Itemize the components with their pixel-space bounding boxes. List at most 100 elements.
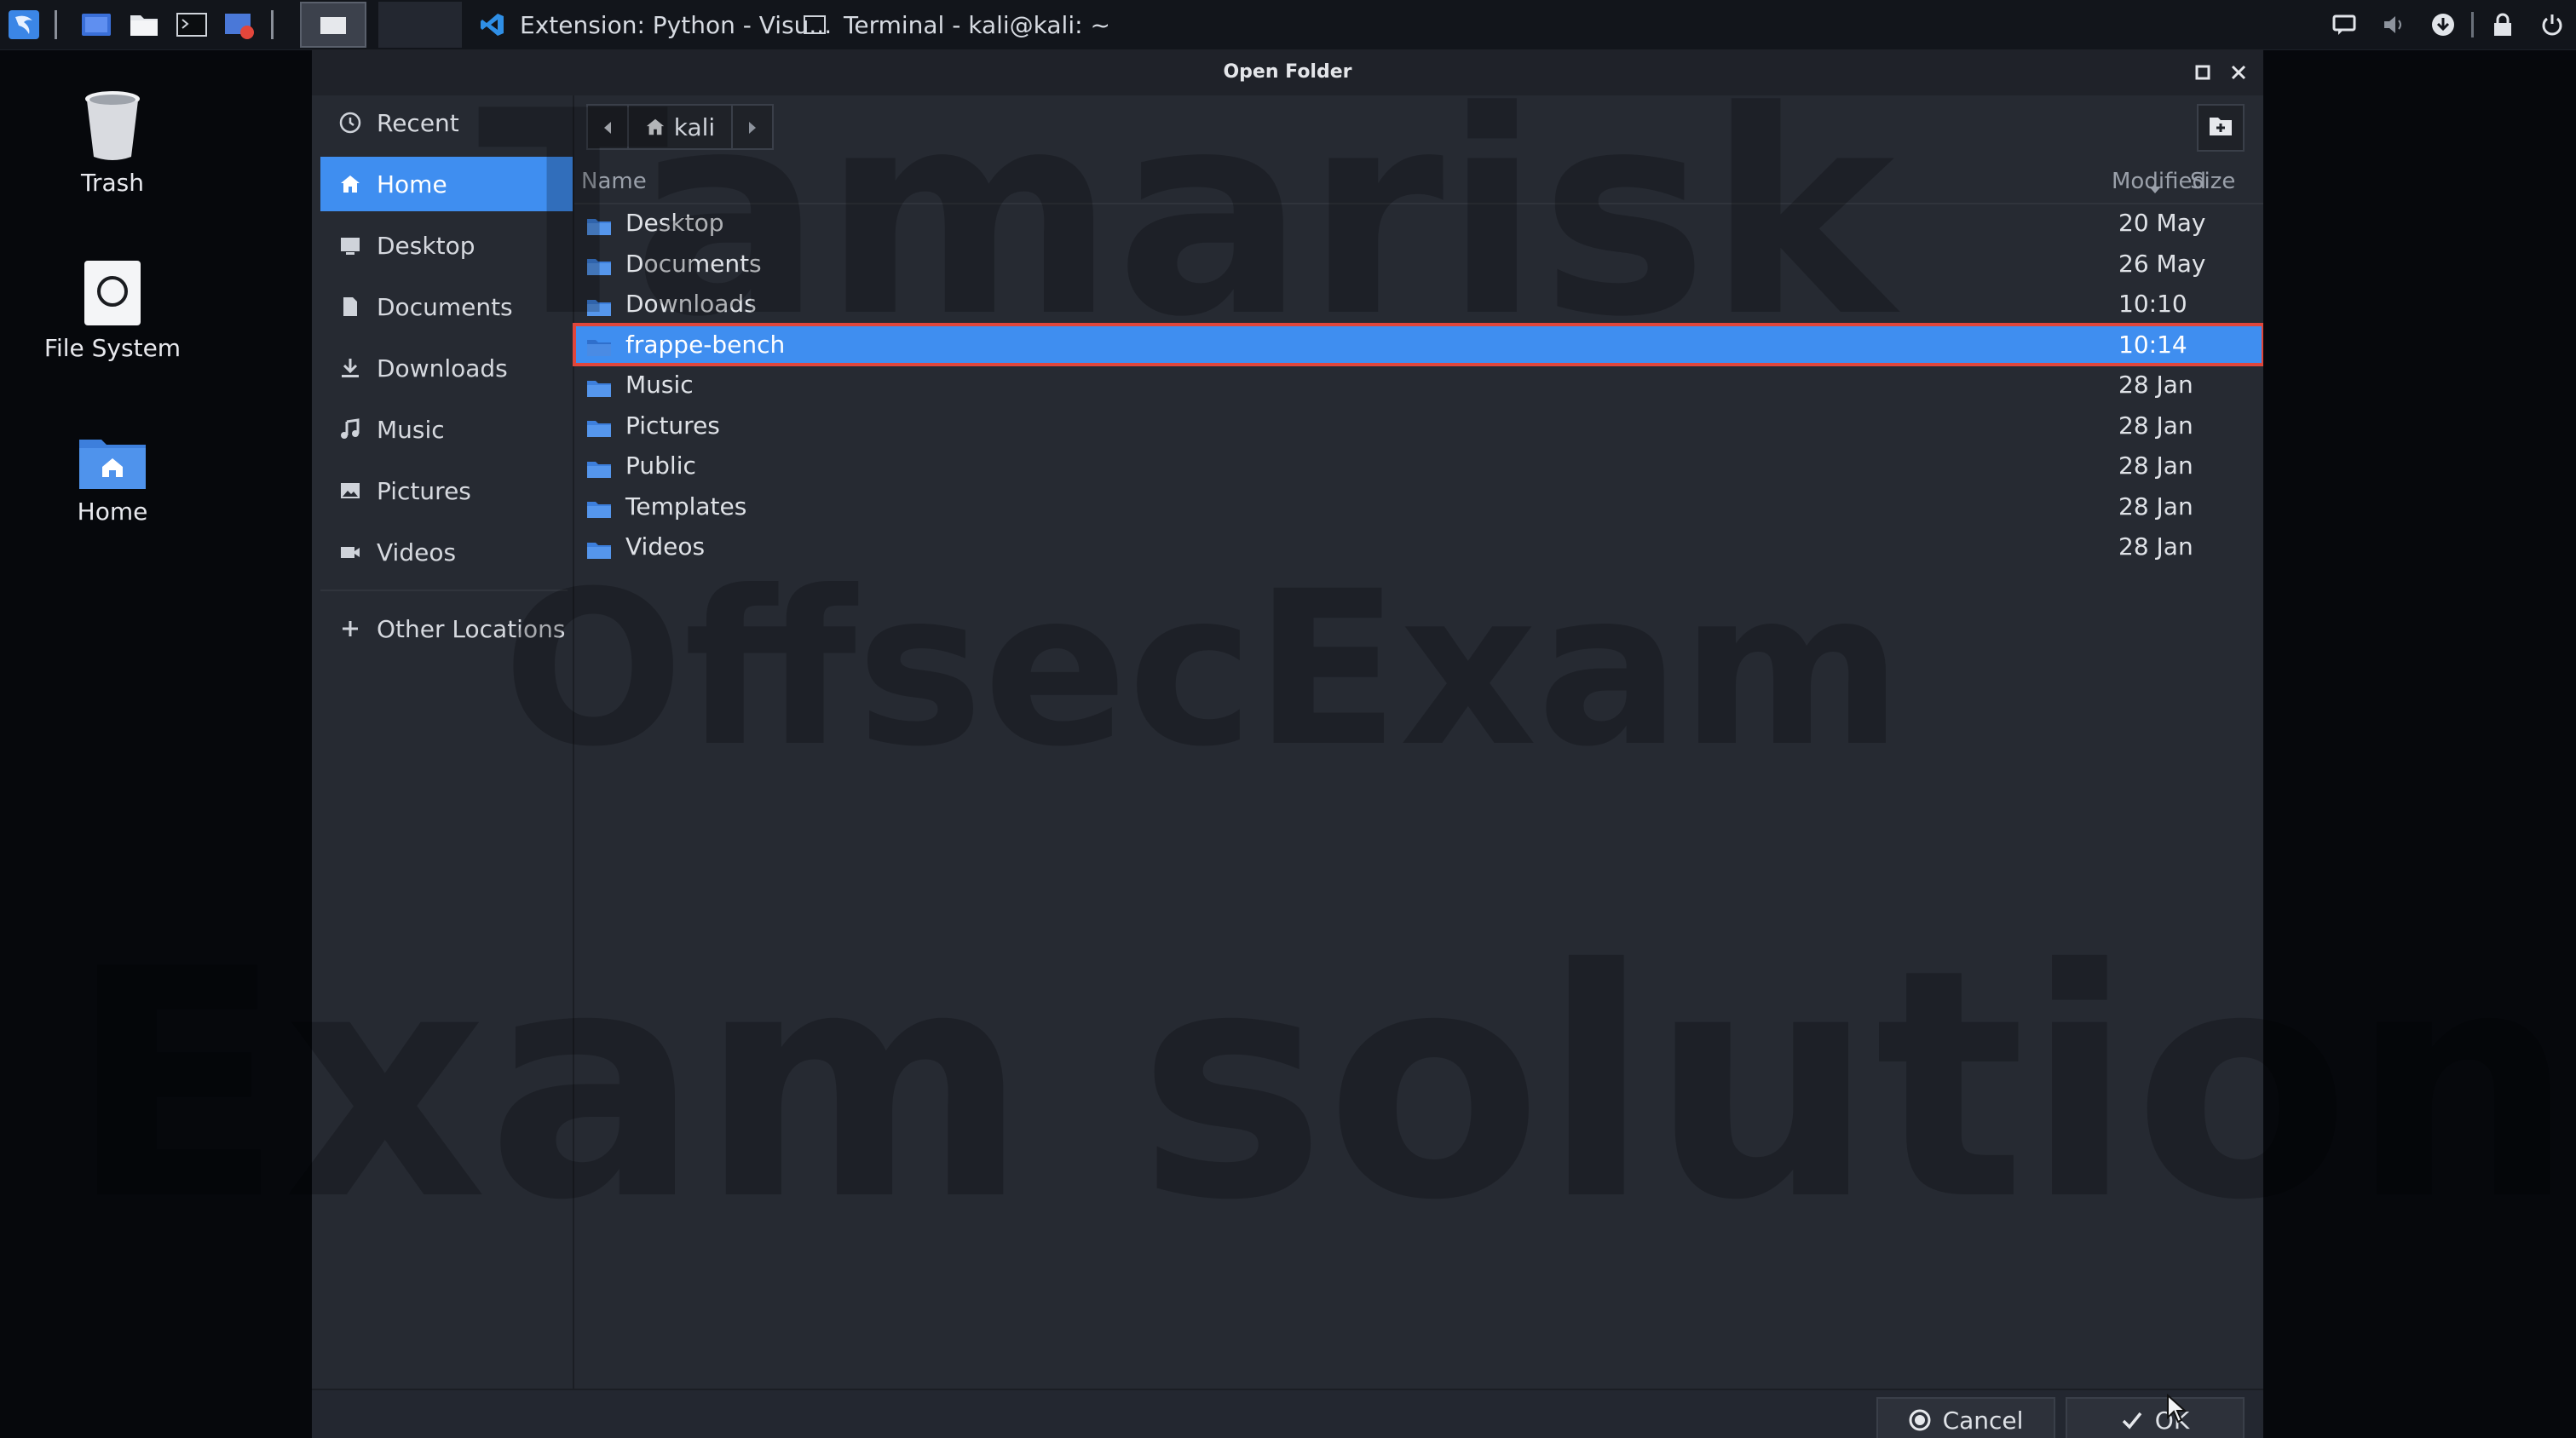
- sidebar-item-label: Downloads: [377, 354, 508, 383]
- folder-icon: [586, 457, 612, 478]
- sidebar-item-music[interactable]: Music: [320, 402, 573, 457]
- file-modified: 28 Jan: [2118, 492, 2193, 521]
- sidebar-item-documents[interactable]: Documents: [320, 279, 573, 334]
- file-name: Music: [625, 371, 694, 400]
- lock-icon[interactable]: [2490, 12, 2515, 37]
- file-name: Desktop: [625, 209, 724, 238]
- workspace-2[interactable]: [378, 2, 462, 48]
- kali-menu-icon[interactable]: [7, 9, 41, 41]
- volume-icon[interactable]: [2381, 12, 2406, 37]
- panel-separator: [271, 10, 274, 39]
- file-name: Videos: [625, 532, 706, 561]
- desktop-icon-label: File System: [43, 334, 182, 362]
- file-list-header: Name Size Type Modified: [574, 160, 2263, 204]
- folder-icon: [586, 538, 612, 559]
- sidebar-item-videos[interactable]: Videos: [320, 525, 573, 579]
- sidebar-item-desktop[interactable]: Desktop: [320, 218, 573, 273]
- folder-icon: [586, 214, 612, 235]
- sidebar-item-home[interactable]: Home: [320, 157, 573, 211]
- dialog-action-bar: Cancel OK: [312, 1389, 2263, 1438]
- file-row[interactable]: Public 28 Jan: [574, 446, 2263, 486]
- check-icon: [2121, 1409, 2143, 1431]
- file-name: Public: [625, 452, 696, 480]
- sidebar-item-other-locations[interactable]: Other Locations: [320, 601, 573, 656]
- chevron-right-icon: [746, 113, 758, 141]
- document-icon: [337, 294, 363, 319]
- sidebar-item-recent[interactable]: Recent: [320, 95, 573, 150]
- picture-icon: [337, 478, 363, 503]
- top-panel: Extension: Python - Visu... Terminal - k…: [0, 0, 2576, 50]
- trash-icon: [82, 89, 143, 162]
- file-name: Downloads: [625, 290, 757, 319]
- file-row[interactable]: Documents 26 May: [574, 244, 2263, 285]
- chat-icon[interactable]: [2331, 12, 2357, 37]
- path-forward-button[interactable]: [731, 104, 774, 150]
- file-row[interactable]: Videos 28 Jan: [574, 526, 2263, 567]
- open-folder-dialog: Open Folder Recent Home Desktop Document…: [312, 49, 2263, 1438]
- folder-icon: [586, 254, 612, 276]
- sidebar-item-label: Home: [377, 170, 447, 198]
- file-row[interactable]: Pictures 28 Jan: [574, 406, 2263, 446]
- home-icon: [337, 171, 363, 197]
- folder-icon: [586, 335, 612, 357]
- file-name: Templates: [625, 492, 747, 521]
- file-row-selected[interactable]: frappe-bench 10:14: [573, 322, 2263, 366]
- workspace-1[interactable]: [300, 2, 366, 48]
- sidebar-item-pictures[interactable]: Pictures: [320, 463, 573, 518]
- task-label: Terminal - kali@kali: ~: [844, 10, 1110, 39]
- terminal-icon[interactable]: [176, 9, 208, 41]
- sidebar-item-downloads[interactable]: Downloads: [320, 341, 573, 395]
- file-row[interactable]: Music 28 Jan: [574, 365, 2263, 406]
- close-icon[interactable]: [2226, 60, 2251, 85]
- path-segment-kali[interactable]: kali: [629, 104, 731, 150]
- chevron-left-icon: [602, 113, 614, 141]
- file-manager-icon[interactable]: [128, 9, 160, 41]
- task-label: Extension: Python - Visu...: [520, 10, 833, 39]
- power-icon[interactable]: [2539, 12, 2565, 37]
- file-row[interactable]: Downloads 10:10: [574, 284, 2263, 325]
- sidebar-item-label: Pictures: [377, 476, 471, 505]
- path-back-button[interactable]: [586, 104, 629, 150]
- download-status-icon[interactable]: [2430, 12, 2456, 37]
- desktop-trash[interactable]: Trash: [27, 89, 198, 197]
- file-modified: 28 Jan: [2118, 371, 2193, 400]
- clock-icon: [337, 110, 363, 135]
- file-modified: 10:10: [2118, 290, 2187, 319]
- cancel-label: Cancel: [1942, 1406, 2024, 1435]
- folder-icon: [586, 497, 612, 519]
- ok-button[interactable]: OK: [2066, 1397, 2245, 1438]
- folder-icon: [586, 416, 612, 438]
- drive-icon: [83, 259, 142, 327]
- sidebar-item-label: Desktop: [377, 231, 475, 260]
- download-icon: [337, 355, 363, 381]
- dialog-title: Open Folder: [1223, 61, 1352, 83]
- new-folder-button[interactable]: [2197, 104, 2245, 152]
- file-row[interactable]: Templates 28 Jan: [574, 486, 2263, 527]
- show-desktop-icon[interactable]: [80, 9, 112, 41]
- panel-separator: [2471, 12, 2474, 37]
- task-terminal[interactable]: Terminal - kali@kali: ~: [803, 7, 1110, 43]
- task-vscode[interactable]: Extension: Python - Visu...: [479, 7, 832, 43]
- file-row[interactable]: Desktop 20 May: [574, 203, 2263, 244]
- window-thumbnail-icon: [320, 17, 346, 34]
- desktop-file-system[interactable]: File System: [27, 259, 198, 362]
- new-folder-icon: [2208, 115, 2233, 141]
- column-modified[interactable]: Modified: [2112, 169, 2206, 194]
- column-name[interactable]: Name: [581, 169, 647, 194]
- cancel-button[interactable]: Cancel: [1876, 1397, 2055, 1438]
- sidebar-divider: [320, 590, 568, 591]
- sidebar-item-label: Music: [377, 415, 445, 444]
- browser-icon[interactable]: [223, 9, 256, 41]
- file-modified: 28 Jan: [2118, 411, 2193, 440]
- home-folder-icon: [78, 434, 147, 491]
- desktop-icon-label: Home: [77, 498, 148, 526]
- file-modified: 10:14: [2118, 330, 2187, 359]
- desktop-icon-label: Trash: [81, 169, 144, 197]
- desktop-home[interactable]: Home: [27, 434, 198, 526]
- desktop-icon: [337, 233, 363, 258]
- file-list: Desktop 20 May Documents 26 May Download…: [573, 203, 2263, 567]
- dialog-titlebar[interactable]: Open Folder: [312, 49, 2263, 95]
- maximize-icon[interactable]: [2190, 60, 2216, 85]
- sidebar-item-label: Videos: [377, 538, 457, 567]
- video-icon: [337, 539, 363, 565]
